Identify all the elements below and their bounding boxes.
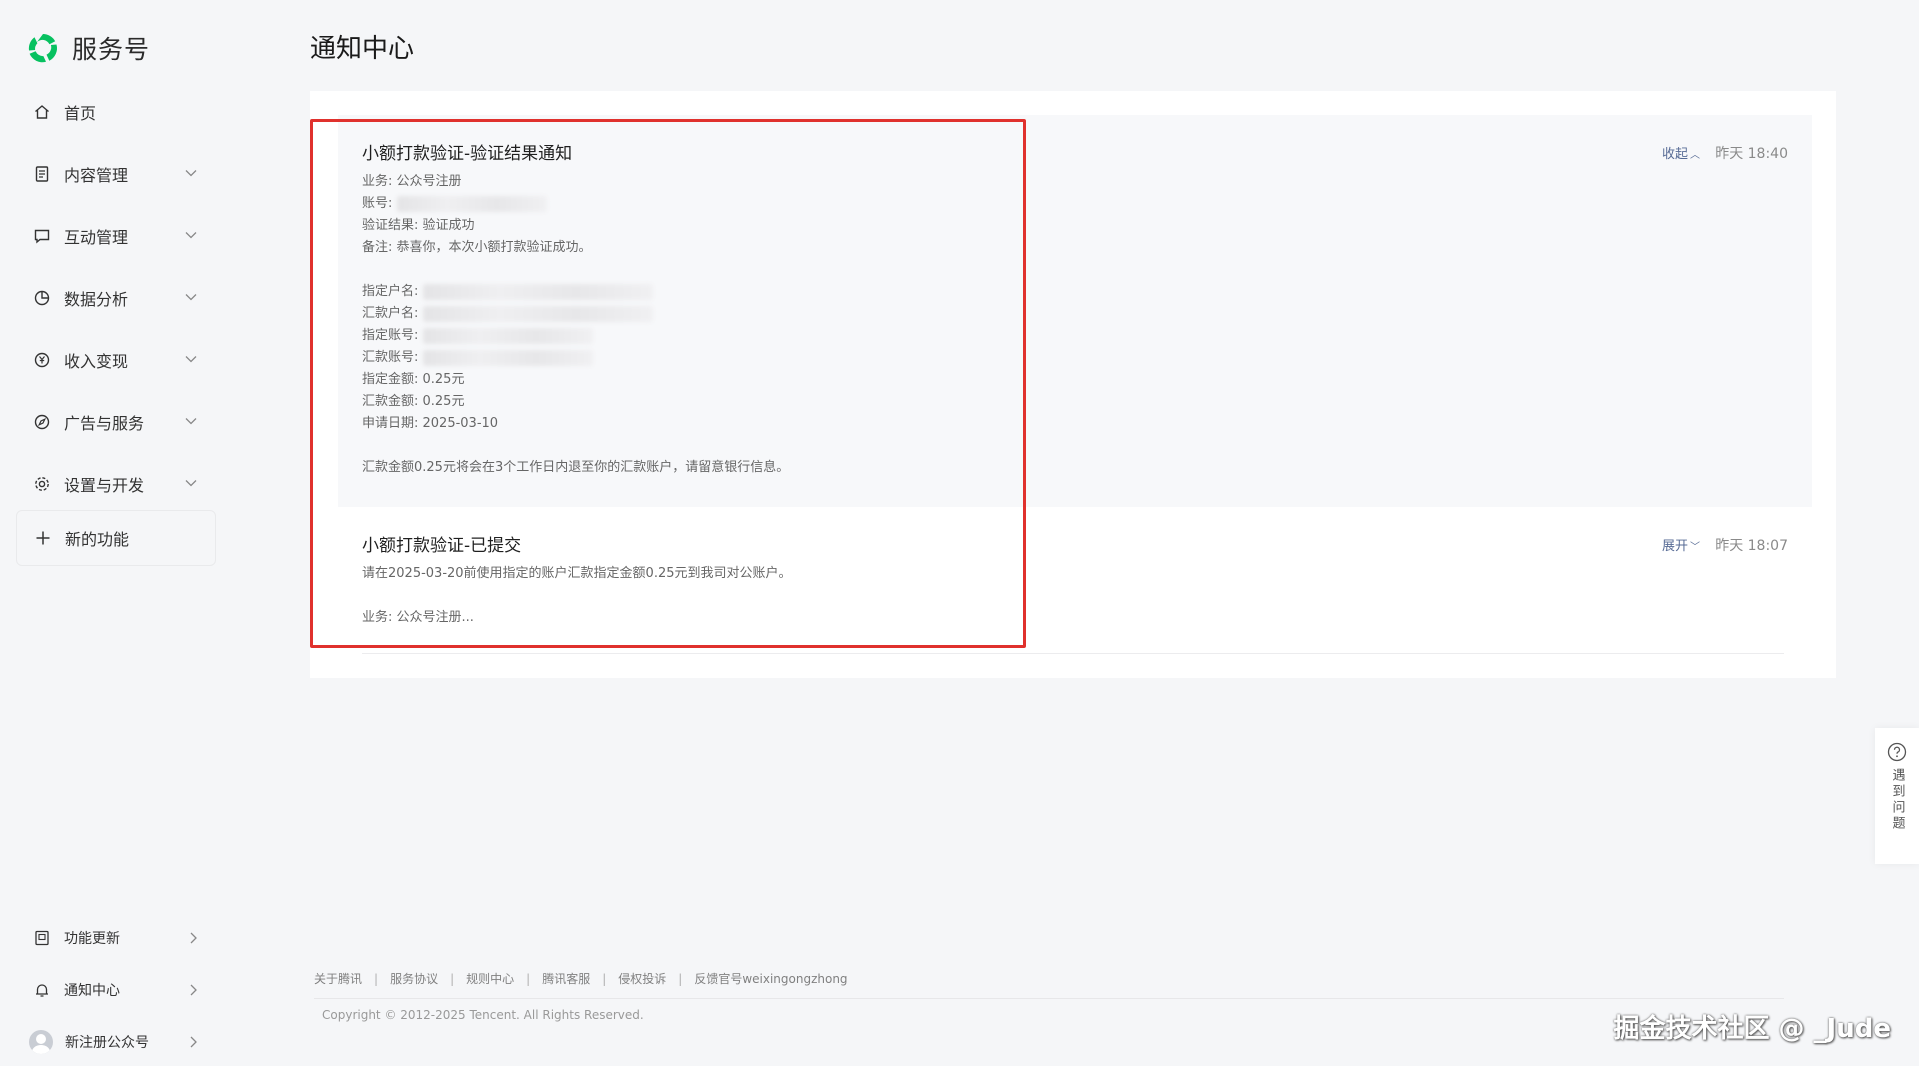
body-line: 指定金额: 0.25元 bbox=[362, 372, 465, 387]
sidebar-item-ads[interactable]: 广告与服务 bbox=[16, 400, 216, 444]
question-icon bbox=[1887, 742, 1907, 762]
chevron-down-icon bbox=[185, 356, 197, 363]
pie-chart-icon bbox=[32, 288, 52, 308]
remit-account-line: 汇款账号: bbox=[362, 347, 789, 369]
home-icon bbox=[32, 102, 52, 122]
copyright: Copyright © 2012-2025 Tencent. All Right… bbox=[322, 1008, 644, 1022]
sidebar-item-label: 收入变现 bbox=[64, 352, 129, 371]
chevron-down-icon bbox=[185, 170, 197, 177]
sidebar-item-label: 功能更新 bbox=[64, 931, 120, 947]
expand-button[interactable]: 展开 ﹀ bbox=[1662, 535, 1700, 554]
footer-link-feedback[interactable]: 反馈官号weixingongzhong bbox=[694, 970, 847, 987]
sidebar-item-label: 设置与开发 bbox=[64, 476, 145, 495]
notification-title: 小额打款验证-验证结果通知 bbox=[362, 144, 573, 164]
notification-body: 请在2025-03-20前使用指定的账户汇款指定金额0.25元到我司对公账户。 … bbox=[362, 563, 792, 629]
chat-icon bbox=[32, 226, 52, 246]
notification-list: 小额打款验证-验证结果通知 业务: 公众号注册 账号: 验证结果: 验证成功 备… bbox=[310, 91, 1836, 678]
brand-logo[interactable]: 服务号 bbox=[26, 30, 150, 66]
divider bbox=[362, 653, 1784, 654]
sidebar-item-interaction[interactable]: 互动管理 bbox=[16, 214, 216, 258]
redacted-value bbox=[422, 283, 653, 300]
sidebar-item-label: 首页 bbox=[64, 104, 97, 123]
chevron-right-icon bbox=[190, 984, 197, 996]
footer-link-infringement[interactable]: 侵权投诉 bbox=[618, 970, 666, 987]
sidebar-item-label: 广告与服务 bbox=[64, 414, 145, 433]
designated-account-line: 指定账号: bbox=[362, 325, 789, 347]
chevron-right-icon bbox=[190, 1036, 197, 1048]
redacted-value bbox=[396, 195, 547, 212]
sidebar-item-home[interactable]: 首页 bbox=[16, 90, 216, 134]
sidebar-item-content[interactable]: 内容管理 bbox=[16, 152, 216, 196]
notification-body: 业务: 公众号注册 账号: 验证结果: 验证成功 备注: 恭喜你，本次小额打款验… bbox=[362, 171, 789, 479]
avatar bbox=[29, 1030, 53, 1054]
account-name: 新注册公众号 bbox=[65, 1035, 149, 1051]
redacted-value bbox=[422, 349, 593, 366]
footer-link-about[interactable]: 关于腾讯 bbox=[314, 970, 362, 987]
sidebar-item-account[interactable]: 新注册公众号 bbox=[16, 1022, 216, 1062]
sidebar-item-label: 互动管理 bbox=[64, 228, 129, 247]
redacted-value bbox=[422, 305, 653, 322]
notification-item[interactable]: 小额打款验证-已提交 请在2025-03-20前使用指定的账户汇款指定金额0.2… bbox=[338, 507, 1812, 647]
redacted-value bbox=[422, 327, 593, 344]
service-account-logo-icon bbox=[28, 34, 57, 63]
footer-divider bbox=[314, 998, 1784, 999]
footer-link-rules[interactable]: 规则中心 bbox=[466, 970, 514, 987]
plus-icon bbox=[33, 528, 53, 548]
sidebar-item-notification-center[interactable]: 通知中心 bbox=[16, 970, 216, 1010]
gear-icon bbox=[32, 474, 52, 494]
chevron-down-icon bbox=[185, 294, 197, 301]
collapse-button[interactable]: 收起 ︿ bbox=[1662, 143, 1700, 162]
document-icon bbox=[32, 164, 52, 184]
chevron-down-icon bbox=[185, 480, 197, 487]
account-line: 账号: bbox=[362, 193, 789, 215]
notification-item: 小额打款验证-验证结果通知 业务: 公众号注册 账号: 验证结果: 验证成功 备… bbox=[338, 115, 1812, 507]
footer-link-support[interactable]: 腾讯客服 bbox=[542, 970, 590, 987]
remit-name-line: 汇款户名: bbox=[362, 303, 789, 325]
sidebar-item-settings[interactable]: 设置与开发 bbox=[16, 462, 216, 506]
body-line: 业务: 公众号注册 bbox=[362, 174, 462, 189]
chevron-down-icon: ﹀ bbox=[1690, 542, 1700, 553]
watermark: 掘金技术社区 @ _Jude bbox=[1613, 1014, 1891, 1044]
sidebar-item-label: 内容管理 bbox=[64, 166, 129, 185]
body-line: 汇款金额: 0.25元 bbox=[362, 394, 465, 409]
designated-name-line: 指定户名: bbox=[362, 281, 789, 303]
chevron-down-icon bbox=[185, 232, 197, 239]
brand-name: 服务号 bbox=[72, 35, 151, 64]
page-title: 通知中心 bbox=[310, 34, 415, 64]
sidebar: 服务号 首页 内容管理 互动管理 数据分析 收入变现 广告与服务 设置与开发 新… bbox=[0, 0, 236, 1066]
footer-links: 关于腾讯 | 服务协议 | 规则中心 | 腾讯客服 | 侵权投诉 | 反馈官号weixin… bbox=[314, 970, 848, 987]
body-line: 业务: 公众号注册... bbox=[362, 610, 474, 625]
notification-title: 小额打款验证-已提交 bbox=[362, 536, 522, 556]
chevron-down-icon bbox=[185, 418, 197, 425]
body-line: 验证结果: 验证成功 bbox=[362, 218, 475, 233]
bell-icon bbox=[32, 980, 52, 1000]
new-feature-label: 新的功能 bbox=[65, 530, 130, 549]
chevron-up-icon: ︿ bbox=[1690, 150, 1700, 161]
help-label: 遇到问题 bbox=[1889, 768, 1905, 832]
body-line: 请在2025-03-20前使用指定的账户汇款指定金额0.25元到我司对公账户。 bbox=[362, 566, 792, 581]
notification-time: 昨天 18:07 bbox=[1715, 538, 1788, 554]
compass-icon bbox=[32, 412, 52, 432]
chevron-right-icon bbox=[190, 932, 197, 944]
body-line: 备注: 恭喜你，本次小额打款验证成功。 bbox=[362, 240, 592, 255]
body-line: 汇款金额0.25元将会在3个工作日内退至你的汇款账户，请留意银行信息。 bbox=[362, 460, 790, 475]
sidebar-item-label: 数据分析 bbox=[64, 290, 129, 309]
sidebar-item-analytics[interactable]: 数据分析 bbox=[16, 276, 216, 320]
footer-link-terms[interactable]: 服务协议 bbox=[390, 970, 438, 987]
sidebar-item-feature-updates[interactable]: 功能更新 bbox=[16, 918, 216, 958]
new-feature-button[interactable]: 新的功能 bbox=[16, 510, 216, 566]
update-icon bbox=[32, 928, 52, 948]
sidebar-item-label: 通知中心 bbox=[64, 983, 120, 999]
yen-coin-icon bbox=[32, 350, 52, 370]
help-button[interactable]: 遇到问题 bbox=[1875, 728, 1919, 864]
notification-time: 昨天 18:40 bbox=[1715, 146, 1788, 162]
body-line: 申请日期: 2025-03-10 bbox=[362, 416, 499, 431]
sidebar-item-monetization[interactable]: 收入变现 bbox=[16, 338, 216, 382]
